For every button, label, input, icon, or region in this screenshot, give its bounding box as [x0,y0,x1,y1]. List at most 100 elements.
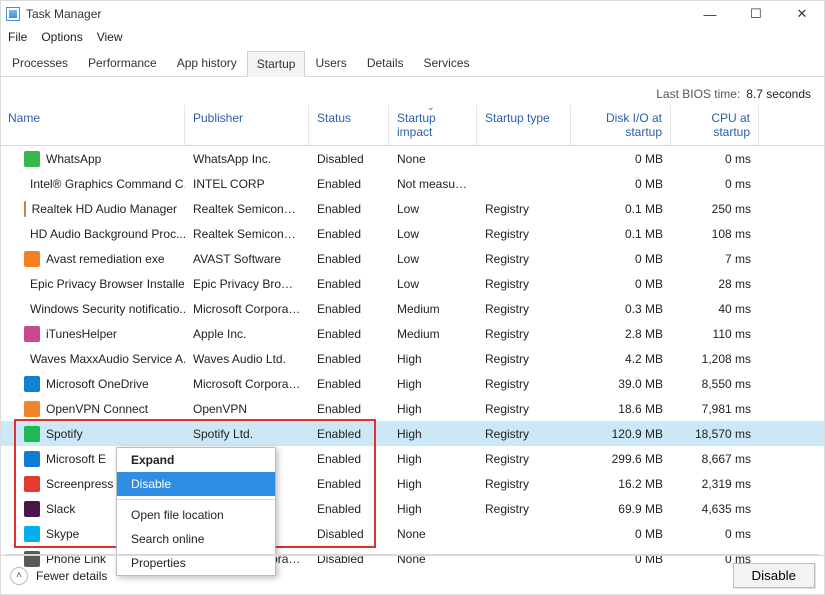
row-disk: 0 MB [571,527,671,541]
menu-file[interactable]: File [8,30,27,44]
row-publisher: Realtek Semiconductor [185,227,309,241]
table-row[interactable]: WhatsAppWhatsApp Inc.DisabledNone0 MB0 m… [0,146,825,171]
row-status: Disabled [309,152,389,166]
row-status: Enabled [309,452,389,466]
row-type: Registry [477,302,571,316]
app-icon [24,476,40,492]
window-title: Task Manager [26,7,101,21]
row-impact: Not measured [389,177,477,191]
row-publisher: Apple Inc. [185,327,309,341]
row-status: Enabled [309,327,389,341]
app-icon [24,501,40,517]
row-name: Avast remediation exe [46,252,165,266]
fewer-details-link[interactable]: Fewer details [36,569,107,583]
row-publisher: AVAST Software [185,252,309,266]
row-cpu: 250 ms [671,202,759,216]
row-publisher: Realtek Semiconductor [185,202,309,216]
row-cpu: 108 ms [671,227,759,241]
row-impact: Low [389,252,477,266]
row-cpu: 4,635 ms [671,502,759,516]
tab-app-history[interactable]: App history [167,50,247,76]
tab-details[interactable]: Details [357,50,414,76]
row-name: Waves MaxxAudio Service A... [30,352,185,366]
row-status: Disabled [309,527,389,541]
table-row[interactable]: SpotifySpotify Ltd.EnabledHighRegistry12… [0,421,825,446]
row-cpu: 40 ms [671,302,759,316]
row-impact: High [389,477,477,491]
close-button[interactable]: ✕ [779,0,825,28]
table-row[interactable]: Microsoft OneDriveMicrosoft CorporationE… [0,371,825,396]
row-disk: 0 MB [571,177,671,191]
table-row[interactable]: Waves MaxxAudio Service A...Waves Audio … [0,346,825,371]
row-name: Spotify [46,427,83,441]
table-row[interactable]: OpenVPN ConnectOpenVPNEnabledHighRegistr… [0,396,825,421]
row-publisher: Epic Privacy Browser [185,277,309,291]
menu-view[interactable]: View [97,30,123,44]
table-row[interactable]: Windows Security notificatio...Microsoft… [0,296,825,321]
row-impact: None [389,152,477,166]
col-impact[interactable]: ⌄ Startup impact [389,105,477,145]
row-cpu: 8,550 ms [671,377,759,391]
col-disk[interactable]: Disk I/O at startup [571,105,671,145]
table-row[interactable]: Realtek HD Audio ManagerRealtek Semicond… [0,196,825,221]
row-disk: 4.2 MB [571,352,671,366]
table-row[interactable]: Avast remediation exe AVAST SoftwareEnabl… [0,246,825,271]
row-name: iTunesHelper [46,327,117,341]
row-name: Microsoft OneDrive [46,377,149,391]
row-impact: Medium [389,327,477,341]
row-status: Enabled [309,302,389,316]
maximize-button[interactable]: ☐ [733,0,779,28]
row-publisher: Spotify Ltd. [185,427,309,441]
row-type: Registry [477,327,571,341]
row-impact: Low [389,277,477,291]
row-status: Enabled [309,252,389,266]
row-name: WhatsApp [46,152,101,166]
row-impact: Low [389,227,477,241]
row-cpu: 7 ms [671,252,759,266]
row-name: Skype [46,527,79,541]
chevron-up-icon[interactable]: ˄ [10,567,28,585]
row-type: Registry [477,502,571,516]
tab-services[interactable]: Services [414,50,480,76]
bios-time-label: Last BIOS time: [656,87,740,101]
col-name[interactable]: Name [0,105,185,145]
table-row[interactable]: HD Audio Background Proc...Realtek Semic… [0,221,825,246]
tab-startup[interactable]: Startup [247,51,306,77]
row-impact: High [389,352,477,366]
ctx-separator [117,499,275,500]
row-impact: High [389,377,477,391]
row-disk: 0 MB [571,277,671,291]
column-header-row: Name Publisher Status ⌄ Startup impact S… [0,105,825,146]
bios-time-bar: Last BIOS time: 8.7 seconds [0,77,825,105]
tab-performance[interactable]: Performance [78,50,167,76]
col-cpu[interactable]: CPU at startup [671,105,759,145]
row-name: Microsoft E [46,452,106,466]
col-publisher[interactable]: Publisher [185,105,309,145]
tab-users[interactable]: Users [305,50,356,76]
row-name: Intel® Graphics Command C... [30,177,185,191]
tab-processes[interactable]: Processes [2,50,78,76]
row-type: Registry [477,377,571,391]
row-cpu: 110 ms [671,327,759,341]
ctx-open-location[interactable]: Open file location [117,503,275,527]
table-row[interactable]: Epic Privacy Browser InstallerEpic Priva… [0,271,825,296]
ctx-expand[interactable]: Expand [117,448,275,472]
row-status: Enabled [309,352,389,366]
row-disk: 120.9 MB [571,427,671,441]
row-disk: 18.6 MB [571,402,671,416]
minimize-button[interactable]: — [687,0,733,28]
tab-bar: Processes Performance App history Startu… [0,50,825,77]
app-icon [24,426,40,442]
row-status: Enabled [309,202,389,216]
row-publisher: Waves Audio Ltd. [185,352,309,366]
table-row[interactable]: iTunesHelper Apple Inc.EnabledMediumRegis… [0,321,825,346]
disable-button[interactable]: Disable [733,563,815,588]
col-status[interactable]: Status [309,105,389,145]
menu-options[interactable]: Options [41,30,82,44]
row-name: OpenVPN Connect [46,402,148,416]
col-type[interactable]: Startup type [477,105,571,145]
ctx-disable[interactable]: Disable [117,472,275,496]
ctx-search-online[interactable]: Search online [117,527,275,551]
table-row[interactable]: Intel® Graphics Command C...INTEL CORPEn… [0,171,825,196]
row-status: Enabled [309,477,389,491]
